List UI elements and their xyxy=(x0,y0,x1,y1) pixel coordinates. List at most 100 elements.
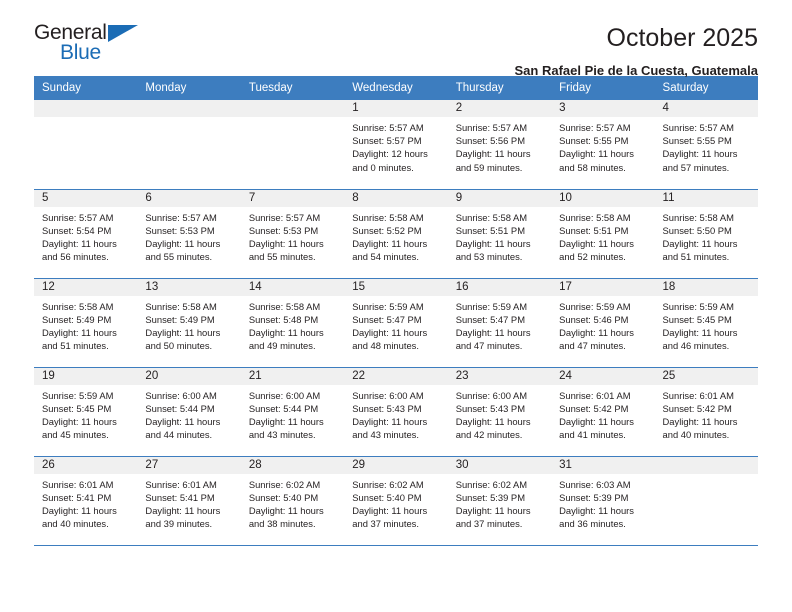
sunset-text: Sunset: 5:40 PM xyxy=(352,491,422,503)
sunrise-text: Sunrise: 5:58 AM xyxy=(145,300,217,312)
calendar-cell-inner: 12 Sunrise: 5:58 AM Sunset: 5:49 PM Dayligh… xyxy=(34,278,138,367)
daylight-text: Daylight: 11 hours xyxy=(662,148,738,160)
sunset-text: Sunset: 5:44 PM xyxy=(145,402,215,414)
calendar-cell-inner: 10 Sunrise: 5:58 AM Sunset: 5:51 PM Dayligh… xyxy=(551,189,655,278)
calendar-cell-empty xyxy=(654,456,758,546)
page-subtitle: San Rafael Pie de la Cuesta, Guatemala xyxy=(514,62,759,78)
calendar-day-cell[interactable]: 31 Sunrise: 6:03 AM Sunset: 5:39 PM Dayligh… xyxy=(551,456,655,546)
sunset-text: Sunset: 5:45 PM xyxy=(662,313,732,325)
day-detail-lines xyxy=(42,117,129,121)
daylight-text: and 37 minutes. xyxy=(352,518,419,530)
weekday-header-wednesday: Wednesday xyxy=(344,76,448,100)
calendar-cell-inner: 29 Sunrise: 6:02 AM Sunset: 5:40 PM Dayligh… xyxy=(344,456,448,545)
daylight-text: and 54 minutes. xyxy=(352,251,419,263)
day-number: 19 xyxy=(34,367,138,385)
sunrise-text: Sunrise: 5:59 AM xyxy=(455,300,528,312)
calendar-cell-inner: 5 Sunrise: 5:57 AM Sunset: 5:54 PM Daylight… xyxy=(34,189,138,278)
calendar-day-cell[interactable]: 28 Sunrise: 6:02 AM Sunset: 5:40 PM Dayligh… xyxy=(240,456,345,546)
calendar-cell-inner: 7 Sunrise: 5:57 AM Sunset: 5:53 PM Daylight… xyxy=(240,189,345,278)
calendar-day-cell[interactable]: 21 Sunrise: 6:00 AM Sunset: 5:44 PM Dayligh… xyxy=(240,367,345,457)
daylight-text: and 56 minutes. xyxy=(42,251,109,263)
sunset-text: Sunset: 5:42 PM xyxy=(662,402,732,414)
day-number xyxy=(240,100,345,117)
calendar-day-cell[interactable]: 27 Sunrise: 6:01 AM Sunset: 5:41 PM Dayligh… xyxy=(137,456,241,546)
day-detail-lines: Sunrise: 5:58 AM Sunset: 5:49 PM Daylight:… xyxy=(42,296,129,353)
daylight-text: Daylight: 11 hours xyxy=(662,326,738,338)
daylight-text: Daylight: 11 hours xyxy=(145,504,221,516)
daylight-text: Daylight: 11 hours xyxy=(455,148,531,160)
sunrise-text: Sunrise: 5:57 AM xyxy=(145,211,217,223)
calendar-cell-inner: 6 Sunrise: 5:57 AM Sunset: 5:53 PM Daylight… xyxy=(137,189,241,278)
day-number: 5 xyxy=(34,189,138,207)
day-number: 21 xyxy=(240,367,345,385)
sunset-text: Sunset: 5:39 PM xyxy=(455,491,525,503)
daylight-text: Daylight: 11 hours xyxy=(248,326,324,338)
day-detail-lines: Sunrise: 5:59 AM Sunset: 5:46 PM Daylight:… xyxy=(559,296,646,353)
calendar-day-cell[interactable]: 18 Sunrise: 5:59 AM Sunset: 5:45 PM Dayligh… xyxy=(654,278,758,368)
day-number: 9 xyxy=(447,189,552,207)
sunset-text: Sunset: 5:48 PM xyxy=(248,313,319,325)
calendar-cell-inner: 21 Sunrise: 6:00 AM Sunset: 5:44 PM Dayligh… xyxy=(240,367,345,456)
sunrise-text: Sunrise: 6:02 AM xyxy=(248,478,321,490)
calendar-day-cell[interactable]: 23 Sunrise: 6:00 AM Sunset: 5:43 PM Dayligh… xyxy=(447,367,552,457)
calendar-day-cell[interactable]: 30 Sunrise: 6:02 AM Sunset: 5:39 PM Dayligh… xyxy=(447,456,552,546)
calendar-cell-inner: 16 Sunrise: 5:59 AM Sunset: 5:47 PM Dayligh… xyxy=(447,278,552,367)
calendar-day-cell[interactable]: 5 Sunrise: 5:57 AM Sunset: 5:54 PM Daylight… xyxy=(34,189,138,279)
daylight-text: Daylight: 11 hours xyxy=(662,237,738,249)
day-number: 22 xyxy=(344,367,448,385)
sunrise-text: Sunrise: 5:59 AM xyxy=(662,300,734,312)
calendar-page: General Blue October 2025 San Rafael Pie… xyxy=(0,0,792,612)
day-number: 28 xyxy=(240,456,345,474)
calendar-day-cell[interactable]: 9 Sunrise: 5:58 AM Sunset: 5:51 PM Daylight… xyxy=(447,189,552,279)
calendar-day-cell[interactable]: 2 Sunrise: 5:57 AM Sunset: 5:56 PM Daylight… xyxy=(447,100,552,190)
calendar-day-cell[interactable]: 22 Sunrise: 6:00 AM Sunset: 5:43 PM Dayligh… xyxy=(344,367,448,457)
calendar-day-cell[interactable]: 6 Sunrise: 5:57 AM Sunset: 5:53 PM Daylight… xyxy=(137,189,241,279)
calendar-day-cell[interactable]: 20 Sunrise: 6:00 AM Sunset: 5:44 PM Dayligh… xyxy=(137,367,241,457)
sunset-text: Sunset: 5:41 PM xyxy=(145,491,215,503)
calendar-day-cell[interactable]: 7 Sunrise: 5:57 AM Sunset: 5:53 PM Daylight… xyxy=(240,189,345,279)
calendar-cell-inner: 28 Sunrise: 6:02 AM Sunset: 5:40 PM Dayligh… xyxy=(240,456,345,545)
calendar-day-cell[interactable]: 24 Sunrise: 6:01 AM Sunset: 5:42 PM Dayligh… xyxy=(551,367,655,457)
day-detail-lines: Sunrise: 5:59 AM Sunset: 5:45 PM Daylight:… xyxy=(663,296,750,353)
daylight-text: and 48 minutes. xyxy=(352,340,419,352)
calendar-cell-empty xyxy=(240,100,345,190)
calendar-day-cell[interactable]: 12 Sunrise: 5:58 AM Sunset: 5:49 PM Dayligh… xyxy=(34,278,138,368)
calendar-day-cell[interactable]: 14 Sunrise: 5:58 AM Sunset: 5:48 PM Dayligh… xyxy=(240,278,345,368)
day-detail-lines: Sunrise: 6:01 AM Sunset: 5:41 PM Daylight:… xyxy=(145,474,232,531)
daylight-text: and 38 minutes. xyxy=(248,518,316,530)
calendar-day-cell[interactable]: 17 Sunrise: 5:59 AM Sunset: 5:46 PM Dayligh… xyxy=(551,278,655,368)
sunset-text: Sunset: 5:43 PM xyxy=(352,402,422,414)
calendar-day-cell[interactable]: 19 Sunrise: 5:59 AM Sunset: 5:45 PM Dayligh… xyxy=(34,367,138,457)
calendar-day-cell[interactable]: 3 Sunrise: 5:57 AM Sunset: 5:55 PM Daylight… xyxy=(551,100,655,190)
calendar-day-cell[interactable]: 1 Sunrise: 5:57 AM Sunset: 5:57 PM Daylight… xyxy=(344,100,448,190)
calendar-day-cell[interactable]: 29 Sunrise: 6:02 AM Sunset: 5:40 PM Dayligh… xyxy=(344,456,448,546)
sunset-text: Sunset: 5:52 PM xyxy=(352,224,422,236)
calendar-day-cell[interactable]: 15 Sunrise: 5:59 AM Sunset: 5:47 PM Dayligh… xyxy=(344,278,448,368)
calendar-day-cell[interactable]: 4 Sunrise: 5:57 AM Sunset: 5:55 PM Daylight… xyxy=(654,100,758,190)
sunset-text: Sunset: 5:53 PM xyxy=(145,224,215,236)
sunset-text: Sunset: 5:49 PM xyxy=(145,313,215,325)
weekday-header-saturday: Saturday xyxy=(654,76,758,100)
day-number xyxy=(654,456,758,474)
logo-triangle-icon xyxy=(108,25,138,42)
calendar-day-cell[interactable]: 26 Sunrise: 6:01 AM Sunset: 5:41 PM Dayligh… xyxy=(34,456,138,546)
calendar-day-cell[interactable]: 8 Sunrise: 5:58 AM Sunset: 5:52 PM Daylight… xyxy=(344,189,448,279)
calendar-day-cell[interactable]: 11 Sunrise: 5:58 AM Sunset: 5:50 PM Dayligh… xyxy=(654,189,758,279)
day-detail-lines: Sunrise: 6:01 AM Sunset: 5:42 PM Daylight:… xyxy=(559,385,646,442)
calendar-cell-inner: 8 Sunrise: 5:58 AM Sunset: 5:52 PM Daylight… xyxy=(344,189,448,278)
general-blue-logo[interactable]: General Blue xyxy=(34,22,154,70)
calendar-day-cell[interactable]: 10 Sunrise: 5:58 AM Sunset: 5:51 PM Dayligh… xyxy=(551,189,655,279)
calendar-day-cell[interactable]: 25 Sunrise: 6:01 AM Sunset: 5:42 PM Dayligh… xyxy=(654,367,758,457)
weekday-header-thursday: Thursday xyxy=(447,76,552,100)
day-detail-lines: Sunrise: 5:58 AM Sunset: 5:51 PM Daylight:… xyxy=(559,207,646,264)
sunrise-text: Sunrise: 6:01 AM xyxy=(662,389,734,401)
day-detail-lines xyxy=(663,474,750,478)
calendar-cell-inner xyxy=(240,100,345,189)
calendar-cell-inner: 17 Sunrise: 5:59 AM Sunset: 5:46 PM Dayligh… xyxy=(551,278,655,367)
day-number: 6 xyxy=(137,189,241,207)
calendar-day-cell[interactable]: 16 Sunrise: 5:59 AM Sunset: 5:47 PM Dayligh… xyxy=(447,278,552,368)
page-header: General Blue October 2025 San Rafael Pie… xyxy=(34,0,758,78)
daylight-text: Daylight: 11 hours xyxy=(559,237,634,249)
sunset-text: Sunset: 5:39 PM xyxy=(559,491,629,503)
calendar-day-cell[interactable]: 13 Sunrise: 5:58 AM Sunset: 5:49 PM Dayligh… xyxy=(137,278,241,368)
